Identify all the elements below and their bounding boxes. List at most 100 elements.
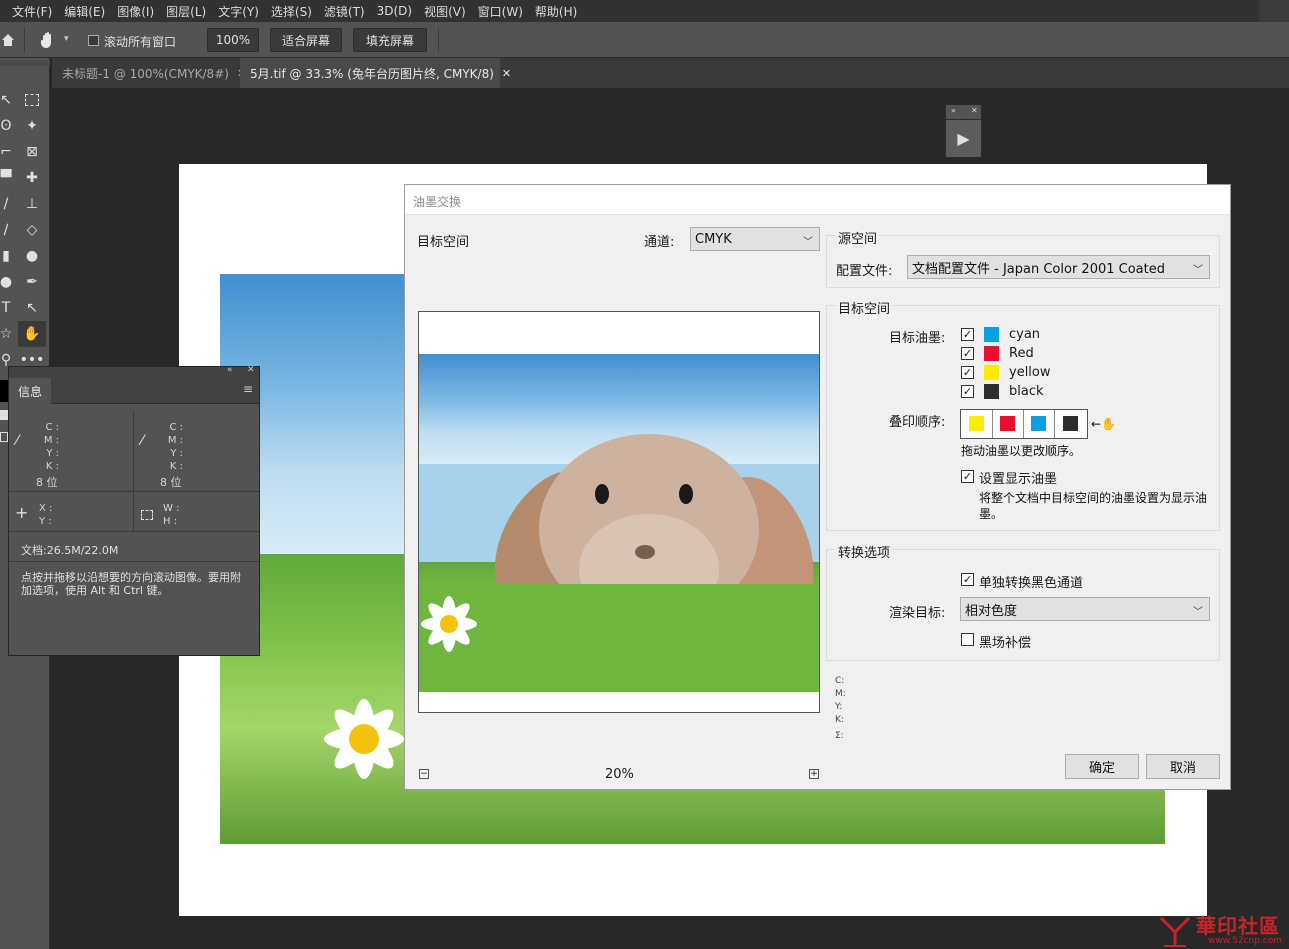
tab-info[interactable]: 信息 [9, 378, 51, 404]
history-brush-icon[interactable]: ∕ [0, 218, 18, 242]
type-tool-icon[interactable]: T [0, 296, 18, 320]
magic-wand-icon[interactable]: ✦ [20, 114, 44, 138]
fit-screen-button[interactable]: 适合屏幕 [270, 28, 342, 52]
ink-cyan-swatch [984, 327, 999, 342]
screen-mode-icon[interactable] [0, 432, 8, 442]
scroll-all-label: 滚动所有窗口 [104, 35, 177, 49]
watermark: 華印社區 www.52cnp.com [1150, 908, 1289, 949]
overprint-order-strip[interactable] [960, 409, 1088, 439]
hand-tool-active-icon[interactable]: ✋ [18, 321, 46, 347]
dodge-tool-icon[interactable]: ● [0, 270, 18, 294]
overprint-swatch [1031, 416, 1046, 431]
eyedropper-tool-icon[interactable]: ▀ [0, 166, 18, 190]
drag-hint-text: 拖动油墨以更改顺序。 [961, 444, 1082, 458]
ink-cyan-label: cyan [1009, 327, 1041, 342]
black-point-comp-checkbox[interactable] [961, 633, 974, 646]
menu-layer[interactable]: 图层(L) [166, 3, 206, 20]
eraser-tool-icon[interactable]: ◇ [20, 218, 44, 242]
ok-button[interactable]: 确定 [1065, 754, 1139, 779]
path-select-icon[interactable]: ↖ [20, 296, 44, 320]
stamp-tool-icon[interactable]: ⊥ [20, 192, 44, 216]
gradient-tool-icon[interactable]: ▮ [0, 244, 18, 268]
preview-zoom-value: 20% [605, 767, 634, 782]
menu-file[interactable]: 文件(F) [12, 3, 52, 20]
menu-view[interactable]: 视图(V) [424, 3, 466, 20]
close-icon[interactable]: ✕ [502, 67, 511, 80]
set-display-ink-checkbox[interactable]: ✓ [961, 470, 974, 483]
separate-black-checkbox[interactable]: ✓ [961, 573, 974, 586]
channel-select[interactable]: CMYK ﹀ [690, 227, 820, 251]
overprint-slot[interactable] [993, 410, 1024, 438]
overprint-slot[interactable] [961, 410, 993, 438]
divider [9, 561, 259, 562]
scroll-all-checkbox[interactable] [88, 35, 99, 46]
shape-tool-icon[interactable]: ☆ [0, 322, 18, 346]
toolbar-grip[interactable] [0, 60, 50, 66]
close-icon[interactable]: ✕ [247, 365, 255, 375]
overprint-slot[interactable] [1024, 410, 1055, 438]
target-space-label: 目标空间 [417, 235, 470, 250]
tool-hint: 点按并拖移以沿想要的方向滚动图像。要用附加选项，使用 Alt 和 Ctrl 键。 [21, 571, 241, 597]
menu-window[interactable]: 窗口(W) [478, 3, 523, 20]
hand-tool-icon[interactable] [38, 30, 58, 50]
ink-yellow-checkbox[interactable]: ✓ [961, 366, 974, 379]
menu-image[interactable]: 图像(I) [117, 3, 154, 20]
info-panel: « ✕ 信息 ≡ ⁄ C : M : Y : K : 8 位 ⁄ C : M :… [8, 365, 260, 656]
menu-type[interactable]: 文字(Y) [218, 3, 259, 20]
frame-tool-icon[interactable]: ⊠ [20, 140, 44, 164]
menu-filter[interactable]: 滤镜(T) [324, 3, 365, 20]
window-control[interactable] [1259, 0, 1289, 22]
ink-black-checkbox[interactable]: ✓ [961, 385, 974, 398]
fill-screen-button[interactable]: 填充屏幕 [353, 28, 427, 52]
chevron-down-icon: ﹀ [1193, 607, 1203, 618]
eyedropper-icon: ⁄ [16, 433, 19, 449]
overprint-slot[interactable] [1055, 410, 1087, 438]
profile-select[interactable]: 文档配置文件 - Japan Color 2001 Coated ﹀ [907, 255, 1210, 279]
marquee-tool-icon[interactable] [20, 88, 44, 112]
menu-select[interactable]: 选择(S) [271, 3, 312, 20]
pen-tool-icon[interactable]: ✒ [20, 270, 44, 294]
crop-tool-icon[interactable]: ⌐ [0, 140, 18, 164]
tab-may-tif[interactable]: 5月.tif @ 33.3% (兔年台历图片终, CMYK/8) ✕ [240, 58, 511, 88]
readout-m: M: [835, 689, 846, 699]
zoom-out-icon[interactable]: − [419, 769, 429, 779]
brush-tool-icon[interactable]: / [0, 192, 18, 216]
blur-tool-icon[interactable]: ● [20, 244, 44, 268]
zoom-in-icon[interactable]: + [809, 769, 819, 779]
collapse-icon[interactable]: « [227, 365, 233, 375]
render-intent-select[interactable]: 相对色度 ﹀ [960, 597, 1210, 621]
crosshair-icon: + [15, 503, 29, 522]
ink-conversion-dialog: 油墨交换 目标空间 通道: CMYK ﹀ − 20% + 源空间 配置文件: 文… [404, 184, 1231, 790]
tab-untitled[interactable]: 未标题-1 @ 100%(CMYK/8#) ✕ [52, 58, 246, 88]
expand-icon[interactable]: » [951, 106, 956, 115]
document-tabs: 未标题-1 @ 100%(CMYK/8#) ✕ 5月.tif @ 33.3% (… [52, 58, 1289, 88]
panel-menu-icon[interactable]: ≡ [243, 382, 253, 396]
ink-cyan-checkbox[interactable]: ✓ [961, 328, 974, 341]
quick-mask-icon[interactable] [0, 410, 8, 420]
ink-red-checkbox[interactable]: ✓ [961, 347, 974, 360]
target-ink-label: 目标油墨: [889, 331, 946, 346]
move-tool-icon[interactable]: ↖ [0, 88, 18, 112]
xy-readout: X : Y : [39, 503, 53, 527]
ink-red-label: Red [1009, 346, 1034, 361]
menu-help[interactable]: 帮助(H) [535, 3, 577, 20]
readout-sum: Σ: [835, 731, 844, 741]
readout-k: K: [835, 715, 844, 725]
source-space-title: 源空间 [836, 228, 880, 247]
cancel-button[interactable]: 取消 [1146, 754, 1220, 779]
play-icon[interactable]: ▶ [946, 119, 981, 157]
panel-tab-row: 信息 ≡ [9, 378, 259, 404]
dialog-titlebar[interactable]: 油墨交换 [405, 185, 1230, 215]
home-icon[interactable] [0, 32, 16, 48]
divider [24, 28, 25, 52]
rabbit-photo-image [419, 434, 819, 692]
menu-3d[interactable]: 3D(D) [377, 4, 412, 18]
options-bar: ▾ 滚动所有窗口 100% 适合屏幕 填充屏幕 [0, 22, 1289, 58]
close-icon[interactable]: ✕ [971, 106, 978, 115]
lasso-tool-icon[interactable]: ʘ [0, 114, 18, 138]
chevron-down-icon[interactable]: ▾ [64, 34, 69, 44]
zoom-100-button[interactable]: 100% [207, 28, 259, 52]
healing-brush-icon[interactable]: ✚ [20, 166, 44, 190]
preview-pane[interactable] [418, 311, 820, 713]
menu-edit[interactable]: 编辑(E) [64, 3, 105, 20]
